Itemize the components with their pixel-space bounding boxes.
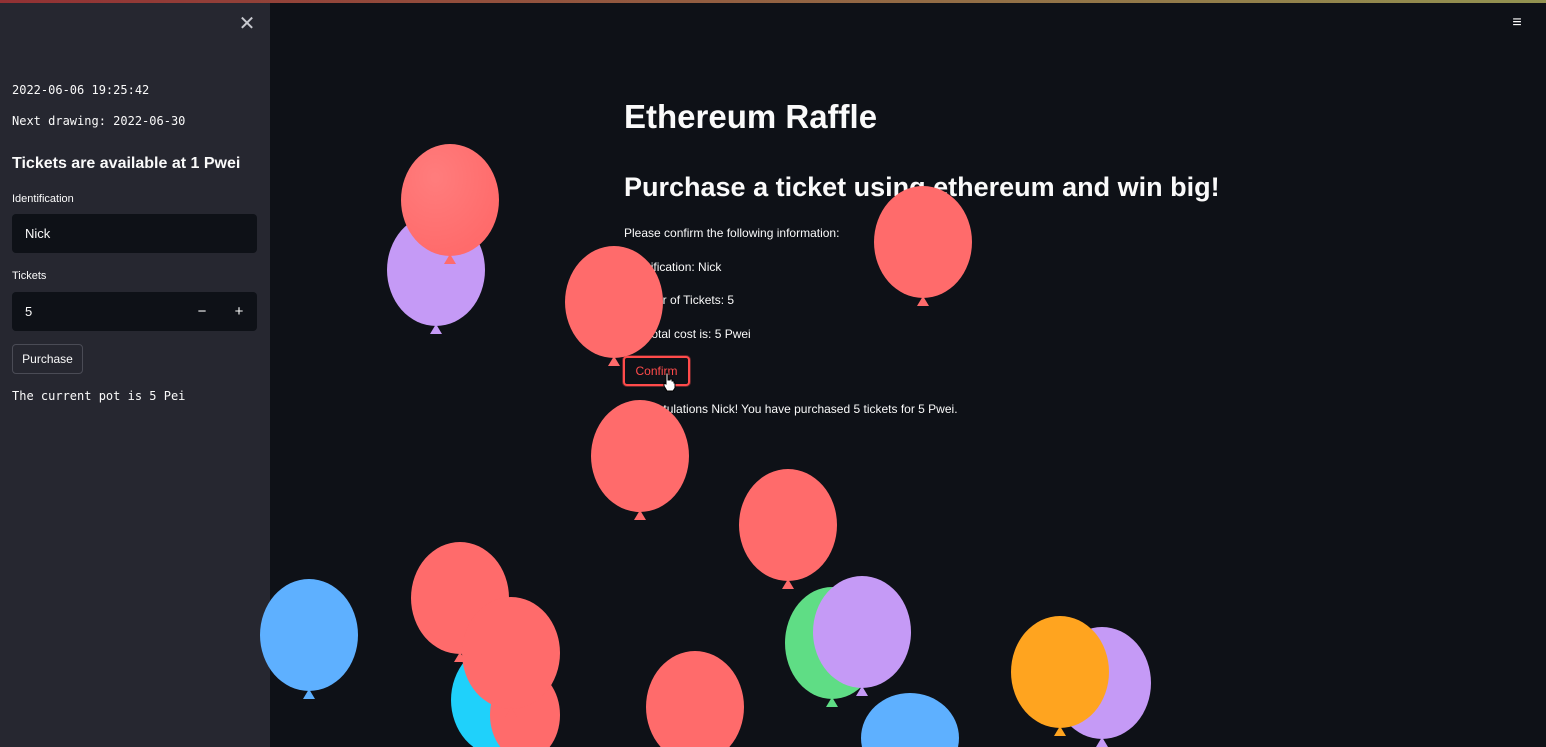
balloon-red	[591, 400, 689, 520]
page-subtitle: Purchase a ticket using ethereum and win…	[624, 172, 1220, 202]
balloon-red	[739, 469, 837, 589]
confirm-button[interactable]: Confirm	[623, 356, 690, 386]
balloon-purple	[387, 214, 485, 334]
balloon-purple	[813, 576, 911, 696]
identification-input[interactable]	[12, 214, 257, 253]
tickets-number-input: − +	[12, 292, 257, 331]
balloon-red	[490, 670, 560, 747]
current-datetime: 2022-06-06 19:25:42	[12, 83, 150, 97]
tickets-input[interactable]	[12, 292, 184, 331]
balloon-blue	[260, 579, 358, 699]
balloon-green	[785, 587, 879, 707]
ticket-price-heading: Tickets are available at 1 Pwei	[12, 155, 241, 172]
tickets-label: Tickets	[12, 270, 47, 282]
tickets-summary: Number of Tickets: 5	[624, 293, 735, 307]
decrement-button[interactable]: −	[184, 292, 220, 331]
balloon-blue	[861, 693, 959, 747]
increment-button[interactable]: +	[221, 292, 257, 331]
sidebar: ✕ 2022-06-06 19:25:42 Next drawing: 2022…	[0, 3, 270, 747]
purchase-button[interactable]: Purchase	[12, 344, 83, 374]
cost-summary: The total cost is: 5 Pwei	[624, 327, 751, 341]
balloon-red	[646, 651, 744, 747]
balloon-red	[874, 186, 972, 306]
confirm-prompt: Please confirm the following information…	[624, 226, 840, 240]
balloon-red	[401, 144, 499, 264]
current-pot-text: The current pot is 5 Pei	[12, 389, 186, 403]
close-icon[interactable]: ✕	[238, 14, 256, 34]
identification-summary: Identification: Nick	[624, 260, 722, 274]
page-title: Ethereum Raffle	[624, 98, 878, 135]
balloon-purple	[1053, 627, 1151, 747]
balloon-red	[411, 542, 509, 662]
hand-cursor-icon	[663, 372, 676, 392]
balloon-orange	[1011, 616, 1109, 736]
hamburger-menu-icon[interactable]: ≡	[1508, 14, 1526, 32]
next-drawing-text: Next drawing: 2022-06-30	[12, 114, 186, 128]
balloon-cyan	[451, 644, 549, 747]
identification-label: Identification	[12, 193, 74, 205]
balloon-red	[462, 597, 560, 717]
success-message: Congratulations Nick! You have purchased…	[624, 402, 958, 416]
